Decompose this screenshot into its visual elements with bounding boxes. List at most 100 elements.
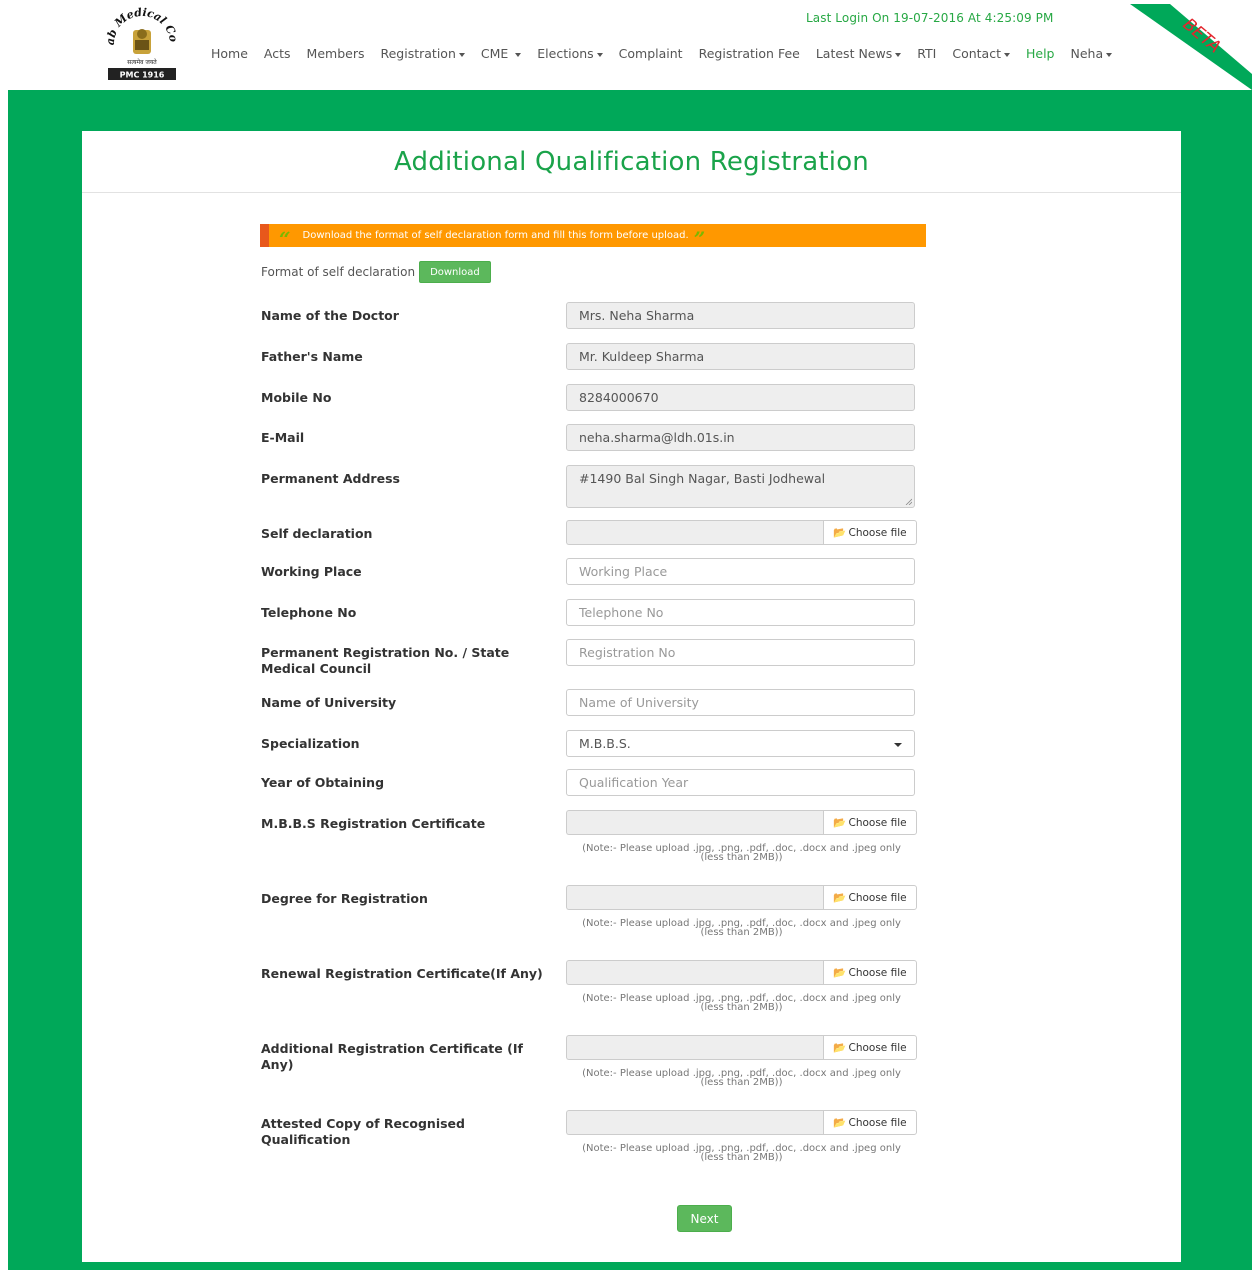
folder-open-icon: 📂 [833,527,847,539]
father-name-field[interactable]: Mr. Kuldeep Sharma [566,343,915,370]
degree-choose-file-button[interactable]: 📂 Choose file [823,885,917,910]
note-line-2: (less than 2MB)) [700,1152,783,1163]
additional-cert-file-path[interactable] [566,1035,823,1060]
nav-members[interactable]: Members [307,46,365,61]
nav-contact-dropdown[interactable]: Contact [952,46,1010,61]
next-button[interactable]: Next [677,1205,732,1232]
main-nav: Home Acts Members Registration CME Elect… [211,46,1128,61]
nav-complaint[interactable]: Complaint [619,46,683,61]
renewal-cert-label: Renewal Registration Certificate(If Any) [261,966,543,981]
notice-banner: “ Download the format of self declaratio… [260,224,926,251]
attested-copy-file-path[interactable] [566,1110,823,1135]
nav-elections-label: Elections [537,46,594,61]
degree-label: Degree for Registration [261,891,428,906]
address-textarea[interactable]: #1490 Bal Singh Nagar, Basti Jodhewal [566,465,915,508]
self-declaration-file-path[interactable] [566,520,823,545]
resize-handle-icon[interactable] [905,498,912,505]
mbbs-cert-note: (Note:- Please upload .jpg, .png, .pdf, … [566,844,917,863]
year-input[interactable]: Qualification Year [566,769,915,796]
choose-file-label: Choose file [848,1116,907,1129]
specialization-select[interactable]: M.B.B.S. [566,730,915,757]
chevron-down-icon [1003,52,1010,57]
registration-no-input[interactable]: Registration No [566,639,915,666]
download-button[interactable]: Download [419,261,491,283]
address-value: #1490 Bal Singh Nagar, Basti Jodhewal [579,471,826,486]
note-line-2: (less than 2MB)) [700,1077,783,1088]
nav-registration-fee[interactable]: Registration Fee [699,46,800,61]
choose-file-label: Choose file [848,1041,907,1054]
specialization-label: Specialization [261,736,360,751]
notice-text: Download the format of self declaration … [302,230,689,241]
mbbs-cert-choose-file-button[interactable]: 📂 Choose file [823,810,917,835]
doctor-name-label: Name of the Doctor [261,308,399,323]
additional-cert-file-input: 📂 Choose file [566,1035,917,1060]
university-input[interactable]: Name of University [566,689,915,716]
note-line-2: (less than 2MB)) [700,852,783,863]
mobile-field[interactable]: 8284000670 [566,384,915,411]
renewal-cert-file-path[interactable] [566,960,823,985]
additional-cert-choose-file-button[interactable]: 📂 Choose file [823,1035,917,1060]
nav-registration-label: Registration [380,46,456,61]
self-declaration-label: Self declaration [261,526,373,541]
nav-help[interactable]: Help [1026,46,1055,61]
registration-no-placeholder: Registration No [579,645,676,660]
university-label: Name of University [261,695,397,710]
email-field[interactable]: neha.sharma@ldh.01s.in [566,424,915,451]
working-place-input[interactable]: Working Place [566,558,915,585]
folder-open-icon: 📂 [833,892,847,904]
mobile-value: 8284000670 [579,390,659,405]
attested-copy-file-input: 📂 Choose file [566,1110,917,1135]
nav-elections-dropdown[interactable]: Elections [537,46,603,61]
mbbs-cert-file-input: 📂 Choose file [566,810,917,835]
mbbs-cert-file-path[interactable] [566,810,823,835]
email-label: E-Mail [261,430,305,445]
mbbs-cert-label: M.B.B.S Registration Certificate [261,816,486,831]
folder-open-icon: 📂 [833,1042,847,1054]
close-quote-icon: ” [693,226,706,251]
note-line-2: (less than 2MB)) [700,927,783,938]
telephone-label: Telephone No [261,605,357,620]
self-declaration-choose-file-button[interactable]: 📂 Choose file [823,520,917,545]
degree-note: (Note:- Please upload .jpg, .png, .pdf, … [566,919,917,938]
year-label: Year of Obtaining [261,775,385,790]
nav-latest-news-dropdown[interactable]: Latest News [815,46,902,61]
chevron-down-icon [596,52,603,57]
folder-open-icon: 📂 [833,817,847,829]
chevron-down-icon [515,52,522,57]
chevron-down-icon [1106,52,1113,57]
nav-rti[interactable]: RTI [917,46,936,61]
chevron-down-icon [895,52,902,57]
additional-cert-label: Additional Registration Certificate (If … [261,1041,523,1072]
self-declaration-format-label: Format of self declaration [261,265,416,279]
nav-home[interactable]: Home [211,46,248,61]
chevron-down-icon [894,743,902,747]
attested-copy-note: (Note:- Please upload .jpg, .png, .pdf, … [566,1144,917,1163]
choose-file-label: Choose file [848,816,907,829]
mobile-label: Mobile No [261,390,332,405]
telephone-input[interactable]: Telephone No [566,599,915,626]
user-menu-dropdown[interactable]: Neha [1070,46,1113,61]
attested-copy-choose-file-button[interactable]: 📂 Choose file [823,1110,917,1135]
registration-no-label: Permanent Registration No. / State Medic… [261,645,510,676]
renewal-cert-choose-file-button[interactable]: 📂 Choose file [823,960,917,985]
specialization-value: M.B.B.S. [579,736,631,751]
choose-file-label: Choose file [848,891,907,904]
nav-cme-dropdown[interactable]: CME [481,46,522,61]
nav-contact-label: Contact [952,46,1001,61]
user-name-label: Neha [1070,46,1104,61]
beta-ribbon: BETA [1130,4,1252,90]
doctor-name-field[interactable]: Mrs. Neha Sharma [566,302,915,329]
folder-open-icon: 📂 [833,1117,847,1129]
logo-badge: PMC 1916 [120,71,165,80]
nav-registration-dropdown[interactable]: Registration [380,46,465,61]
university-placeholder: Name of University [579,695,699,710]
degree-file-path[interactable] [566,885,823,910]
self-declaration-format-row: Format of self declaration Download [261,261,491,283]
email-value: neha.sharma@ldh.01s.in [579,430,735,445]
pmc-logo-icon[interactable]: Punjab Medical Council सत्यमेव जयते PMC … [102,4,182,84]
logo-motto: सत्यमेव जयते [127,58,157,66]
additional-cert-note: (Note:- Please upload .jpg, .png, .pdf, … [566,1069,917,1088]
nav-latest-news-label: Latest News [815,46,893,61]
nav-acts[interactable]: Acts [264,46,291,61]
choose-file-label: Choose file [848,526,907,539]
